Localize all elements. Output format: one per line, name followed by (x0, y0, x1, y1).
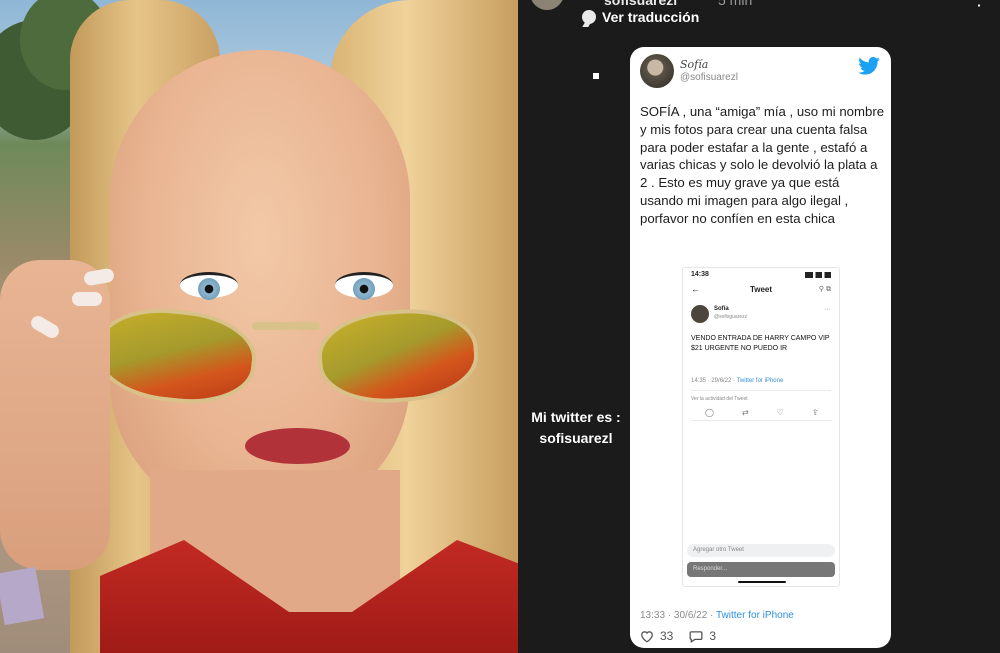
screenshot-meta-source: Twitter for iPhone (736, 378, 784, 384)
story-screen: sofisuarezl 5 min ⋮ Ver traducción Mi tw… (0, 0, 1000, 653)
tweet-body: SOFÍA , una “amiga” mía , uso mi nombre … (640, 104, 885, 226)
twitter-bird-icon (858, 57, 880, 75)
avatar[interactable] (530, 0, 564, 10)
embedded-tweet-screenshot: 14:38 Tweet ← ⚲ ⧉ Sofía @sofisguarezz ··… (682, 267, 840, 587)
bullet-mark (593, 73, 599, 79)
caption-line-1: Mi twitter es : (531, 409, 621, 425)
replies-count: 3 (709, 629, 717, 643)
more-options-icon[interactable]: ⋮ (970, 0, 988, 14)
story-overlay-panel: sofisuarezl 5 min ⋮ Ver traducción Mi tw… (518, 0, 1000, 653)
screenshot-author-name: Sofía (714, 306, 729, 312)
screenshot-action-bar: ◯ ⇄ ♡ ⇪ (705, 408, 819, 417)
tweet-time-date: 13:33 · 30/6/22 · (640, 610, 714, 621)
post-time: 5 min (718, 0, 753, 8)
more-dots-icon: ··· (824, 306, 831, 313)
tweet-meta: 13:33 · 30/6/22 · Twitter for iPhone (640, 610, 794, 621)
back-arrow-icon: ← (691, 284, 700, 294)
retweet-icon: ⇄ (741, 408, 749, 417)
tweet-author-handle: @sofisuarezl (680, 72, 738, 83)
reply-bubble-icon (689, 630, 703, 643)
screenshot-tweet-text: VENDO ENTRADA DE HARRY CAMPO VIP $21 URG… (691, 335, 830, 352)
caption-line-2: sofisuarezl (539, 430, 613, 446)
home-indicator (738, 581, 786, 583)
add-tweet-field: Agregar otro Tweet (687, 544, 835, 557)
reply-icon: ◯ (705, 408, 714, 417)
tweet-avatar (640, 54, 674, 88)
share-icon: ⇪ (811, 408, 819, 417)
profile-photo (0, 0, 518, 653)
see-translation-button[interactable]: Ver traducción (582, 9, 699, 25)
reply-field: Responder... (687, 562, 835, 577)
likes-count: 33 (660, 629, 674, 643)
tweet-author-name: Sofía (680, 58, 709, 71)
caption-text: Mi twitter es : sofisuarezl (526, 407, 626, 449)
screenshot-meta-time: 14:35 · 29/6/22 · (691, 378, 736, 384)
tweet-card: Sofía @sofisuarezl SOFÍA , una “amiga” m… (630, 47, 891, 648)
tweet-activity-link: Ver la actividad del Tweet (691, 396, 748, 402)
tweet-source: Twitter for iPhone (716, 610, 794, 621)
screenshot-avatar (691, 305, 709, 323)
screenshot-tweet-meta: 14:35 · 29/6/22 · Twitter for iPhone (691, 378, 783, 384)
divider (691, 390, 831, 391)
username[interactable]: sofisuarezl (604, 0, 677, 8)
heart-icon (641, 630, 653, 643)
tweet-stats: 33 3 (640, 629, 716, 643)
screenshot-author-handle: @sofisguarezz (714, 314, 748, 320)
divider (691, 420, 831, 421)
translate-icon (582, 10, 596, 24)
see-translation-label: Ver traducción (602, 9, 700, 25)
header-icons: ⚲ ⧉ (818, 286, 831, 293)
screenshot-title: Tweet (749, 285, 773, 294)
signal-battery-icon (805, 272, 831, 278)
like-icon: ♡ (776, 408, 784, 417)
status-bar-time: 14:38 (691, 271, 709, 278)
